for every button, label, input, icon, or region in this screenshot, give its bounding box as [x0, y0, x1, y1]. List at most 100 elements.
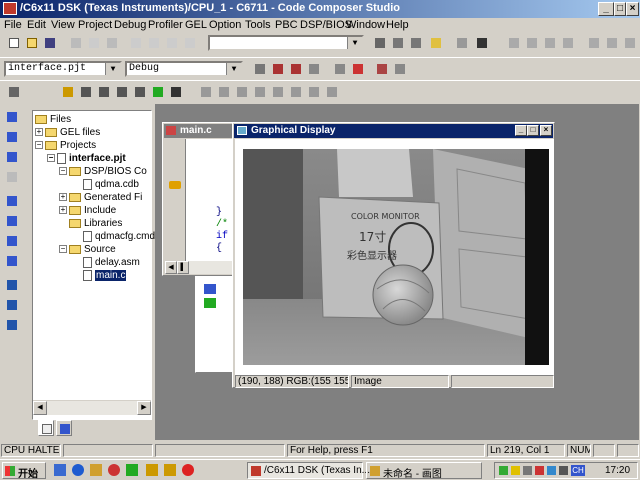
context-help-button[interactable] [474, 35, 490, 51]
halt-button[interactable] [4, 213, 20, 229]
collapse-icon[interactable]: − [35, 141, 43, 150]
tree-item[interactable]: + GEL files [35, 126, 100, 139]
open-button[interactable] [24, 35, 40, 51]
find-next-button[interactable] [390, 35, 406, 51]
editor-horizontal-scrollbar[interactable]: ◀ ▌ [165, 261, 234, 274]
graphical-display-window[interactable]: Graphical Display _ □ × COLOR MONITOR 17 [232, 122, 555, 388]
list-button[interactable] [586, 35, 602, 51]
quicklaunch-app1-icon[interactable] [108, 464, 120, 476]
step-into-button[interactable] [4, 109, 20, 125]
quicklaunch-ie-icon[interactable] [72, 464, 84, 476]
remove-breakpoints-button[interactable] [350, 61, 366, 77]
print-button[interactable] [454, 35, 470, 51]
view-watch-button[interactable] [4, 297, 20, 313]
list2-button[interactable] [604, 35, 620, 51]
quicklaunch-app3-icon[interactable] [146, 464, 158, 476]
search-bios-button[interactable] [324, 84, 340, 100]
ime-indicator[interactable]: CH [571, 465, 585, 476]
task-paint[interactable]: 未命名 - 画图 [366, 462, 482, 480]
menu-window[interactable]: Window [346, 19, 385, 31]
tray-icon[interactable] [547, 466, 556, 475]
undo-button[interactable] [128, 35, 144, 51]
tray-icon[interactable] [523, 466, 532, 475]
graph-button[interactable] [132, 84, 148, 100]
toggle-breakpoint-button[interactable] [332, 61, 348, 77]
tree-root[interactable]: Files [35, 113, 71, 126]
background-window[interactable] [195, 275, 235, 373]
menu-profiler[interactable]: Profiler [148, 19, 183, 31]
dropdown-arrow-icon[interactable]: ▼ [226, 63, 241, 75]
registers-button[interactable] [78, 84, 94, 100]
tree-item[interactable]: + Generated Fi [59, 191, 142, 204]
collapse-icon[interactable]: − [59, 245, 67, 254]
tab-file-view[interactable] [38, 420, 54, 436]
tray-icon[interactable] [535, 466, 544, 475]
comment-button[interactable] [542, 35, 558, 51]
tab-bookmarks[interactable] [56, 420, 72, 436]
rebuild-button[interactable] [288, 61, 304, 77]
uncomment-button[interactable] [560, 35, 576, 51]
cut-button[interactable] [68, 35, 84, 51]
tree-item[interactable]: + Include [59, 204, 116, 217]
tree-item[interactable]: − Projects [35, 139, 96, 152]
bios-tool1-button[interactable] [198, 84, 214, 100]
view-disasm-button[interactable] [4, 317, 20, 333]
menu-dspbios[interactable]: DSP/BIOS [300, 19, 352, 31]
tree-item[interactable]: qdma.cdb [83, 178, 139, 191]
redo-button[interactable] [146, 35, 162, 51]
step-over-button[interactable] [4, 129, 20, 145]
dropdown-arrow-icon[interactable]: ▼ [105, 63, 120, 75]
save-button[interactable] [42, 35, 58, 51]
menu-option[interactable]: Option [209, 19, 241, 31]
scroll-right-icon[interactable]: ▶ [137, 401, 151, 415]
project-select[interactable]: interface.pjt ▼ [4, 61, 122, 77]
tree-item[interactable]: − DSP/BIOS Co [59, 165, 147, 178]
task-ccs[interactable]: /C6x11 DSK (Texas In... [247, 462, 370, 479]
bookmark-button[interactable] [428, 35, 444, 51]
expand-icon[interactable]: + [59, 193, 67, 202]
view-registers-button[interactable] [4, 277, 20, 293]
menu-edit[interactable]: Edit [27, 19, 46, 31]
scroll-left-icon[interactable]: ◀ [33, 401, 47, 415]
profiler-button[interactable] [168, 84, 184, 100]
menu-gel[interactable]: GEL [185, 19, 207, 31]
copy-button[interactable] [86, 35, 102, 51]
graph-maximize-button[interactable]: □ [527, 125, 539, 136]
build-button[interactable] [270, 61, 286, 77]
tray-icon[interactable] [499, 466, 508, 475]
scroll-thumb[interactable]: ▌ [177, 261, 189, 274]
tree-item-selected[interactable]: main.c [83, 269, 127, 282]
paste-button[interactable] [104, 35, 120, 51]
bios-tool7-button[interactable] [306, 84, 322, 100]
expand-icon[interactable]: + [35, 128, 43, 137]
menu-project[interactable]: Project [78, 19, 112, 31]
graph-close-button[interactable]: × [540, 125, 552, 136]
collapse-icon[interactable]: − [59, 167, 67, 176]
tree-item[interactable]: qdmacfg.cmd [83, 230, 155, 243]
quicklaunch-app4-icon[interactable] [164, 464, 176, 476]
search-combo[interactable]: ▼ [208, 35, 364, 51]
compile-button[interactable] [252, 61, 268, 77]
tree-item[interactable]: delay.asm [83, 256, 140, 269]
graph-title-bar[interactable]: Graphical Display _ □ × [234, 124, 553, 138]
menu-pbc[interactable]: PBC [275, 19, 298, 31]
outdent-button[interactable] [524, 35, 540, 51]
memory-button[interactable] [60, 84, 76, 100]
bios-tool3-button[interactable] [234, 84, 250, 100]
quicklaunch-app2-icon[interactable] [126, 464, 138, 476]
undo2-button[interactable] [164, 35, 180, 51]
menu-debug[interactable]: Debug [114, 19, 146, 31]
disassembly-button[interactable] [96, 84, 112, 100]
scroll-left-icon[interactable]: ◀ [165, 261, 177, 274]
find-button[interactable] [372, 35, 388, 51]
quicklaunch-desktop-icon[interactable] [54, 464, 66, 476]
redo2-button[interactable] [182, 35, 198, 51]
expand-icon[interactable]: + [59, 206, 67, 215]
indent-button[interactable] [506, 35, 522, 51]
remove-probe-button[interactable] [392, 61, 408, 77]
bios-tool2-button[interactable] [216, 84, 232, 100]
quicklaunch-email-icon[interactable] [90, 464, 102, 476]
tree-item[interactable]: − interface.pjt [47, 152, 126, 165]
watch-button[interactable] [6, 84, 22, 100]
collapse-icon[interactable]: − [47, 154, 55, 163]
